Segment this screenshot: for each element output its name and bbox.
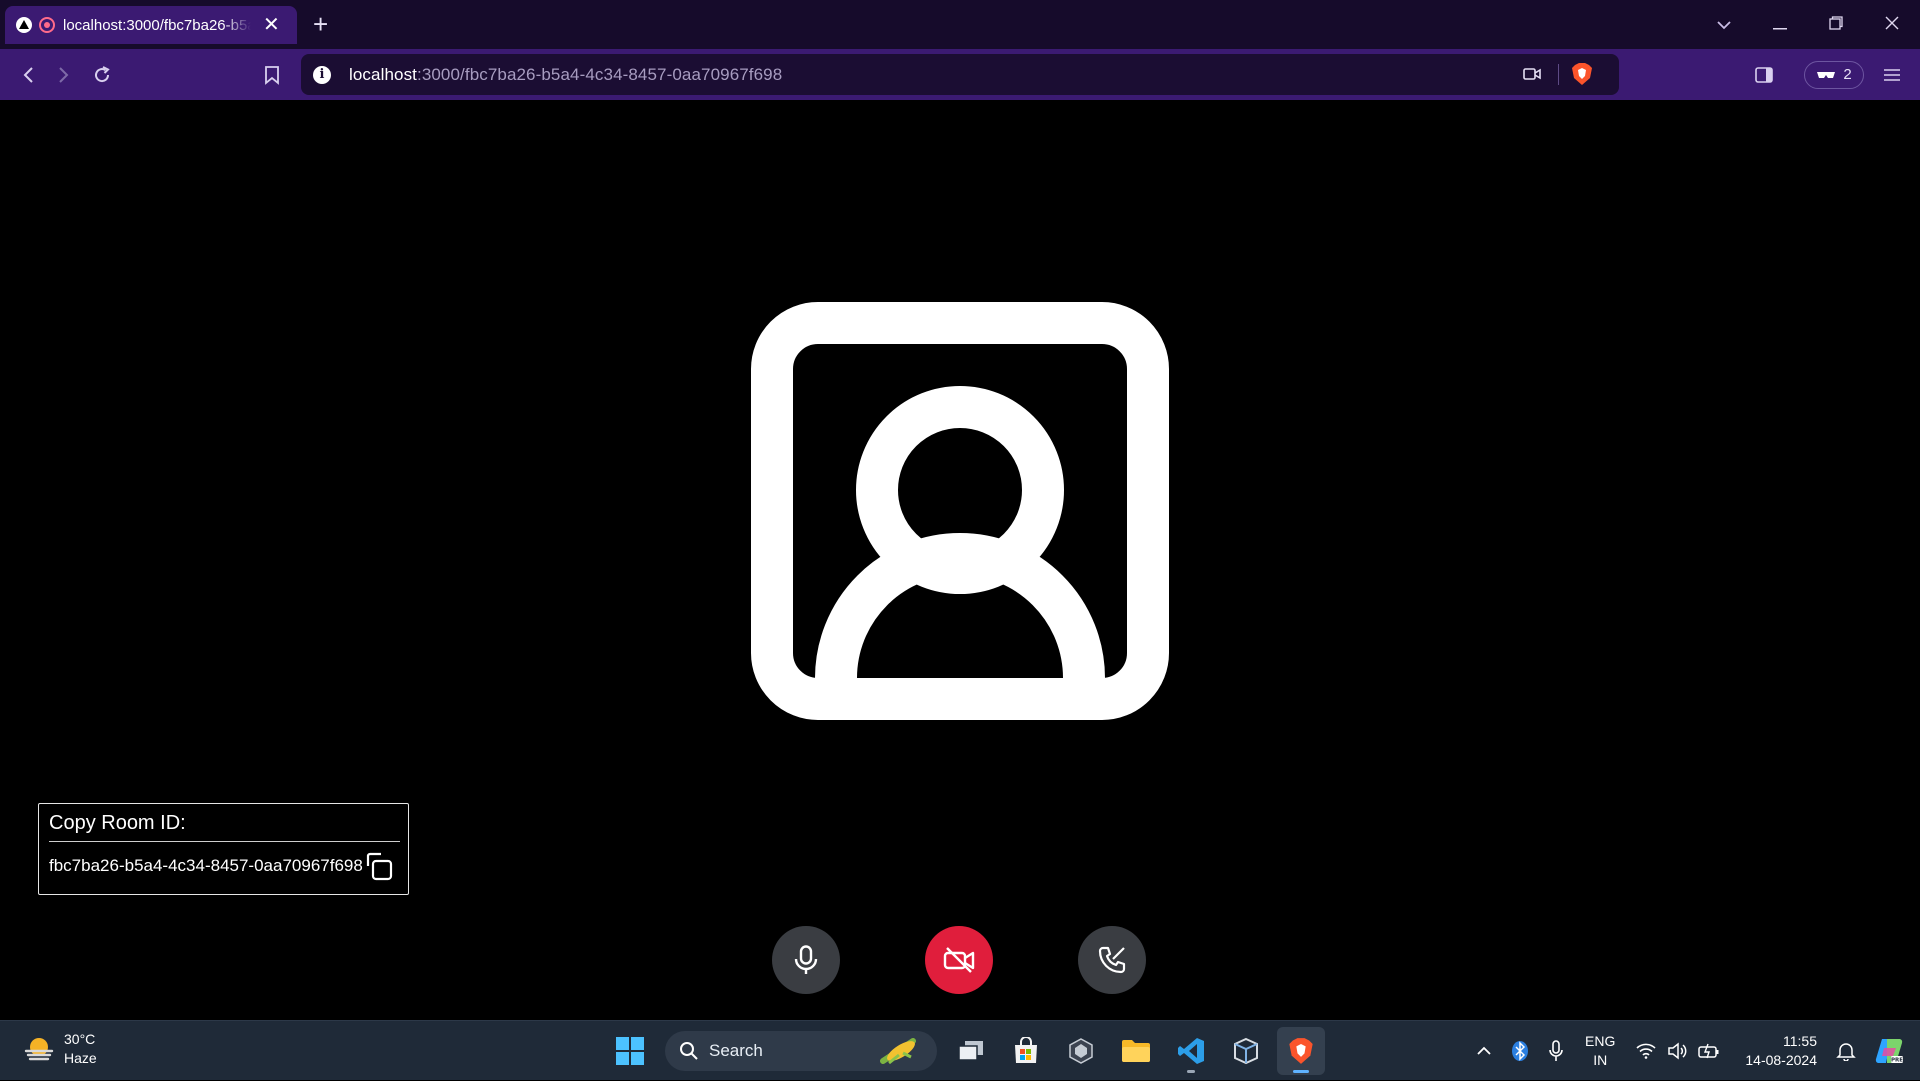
task-view-button[interactable] [947,1027,995,1075]
tab-close-icon[interactable]: ✕ [263,15,280,35]
weather-widget[interactable]: 30°C Haze [22,1030,97,1068]
running-indicator [1187,1070,1195,1073]
browser-tab[interactable]: localhost:3000/fbc7ba26-b5a4-4c34-8457-0… [5,6,297,44]
taskbar-apps: Search [606,1027,1332,1075]
task-view-icon [958,1041,983,1061]
vs-code-icon [1178,1038,1204,1064]
microsoft-store-button[interactable] [1002,1027,1050,1075]
camera-off-icon [943,947,975,973]
video-call-page: Copy Room ID: fbc7ba26-b5a4-4c34-8457-0a… [0,100,1920,1020]
forward-button[interactable] [44,49,84,100]
weather-condition: Haze [64,1050,97,1066]
toolbar-right: 2 [1744,49,1920,100]
windows-logo-icon [616,1037,644,1065]
copilot-icon[interactable]: PRE [1874,1036,1904,1066]
minimize-button[interactable] [1752,14,1808,35]
svg-text:PRE: PRE [1891,1058,1903,1064]
virtualbox-icon [1234,1037,1258,1065]
reload-button[interactable] [82,49,122,100]
weather-temperature: 30°C [64,1031,96,1047]
haze-weather-icon [22,1032,56,1066]
camera-in-use-icon[interactable] [1523,66,1541,82]
search-icon [680,1042,698,1060]
microsoft-store-icon [1015,1037,1037,1063]
new-tab-button[interactable]: + [313,10,328,38]
site-info-icon[interactable]: i [313,65,331,84]
menu-icon[interactable] [1864,49,1920,100]
language-code: ENG [1585,1033,1616,1049]
bookmark-icon[interactable] [252,49,292,100]
close-window-button[interactable] [1864,14,1920,35]
address-bar[interactable]: i localhost:3000/fbc7ba26-b5a4-4c34-8457… [301,54,1619,95]
microphone-toggle-button[interactable] [772,926,840,994]
vs-code-button[interactable] [1167,1027,1215,1075]
browser-tab-strip: localhost:3000/fbc7ba26-b5a4-4c34-8457-0… [0,0,1920,49]
language-region: IN [1593,1052,1608,1068]
unity-icon [1069,1038,1093,1064]
microphone-icon [794,945,818,974]
wifi-icon[interactable] [1636,1043,1656,1059]
notifications-icon[interactable] [1836,1041,1856,1061]
participant-placeholder-avatar-icon [751,302,1169,720]
file-explorer-button[interactable] [1112,1027,1160,1075]
copy-icon[interactable] [365,852,393,881]
show-hidden-icons-chevron-icon[interactable] [1476,1046,1492,1056]
phone-off-icon [1098,946,1126,974]
system-tray: ENG IN 11:55 14-08-2024 PRE [1467,1021,1920,1081]
start-button[interactable] [606,1027,654,1075]
restore-button[interactable] [1808,14,1864,35]
end-call-button[interactable] [1078,926,1146,994]
microphone-in-use-icon[interactable] [1548,1040,1564,1062]
tab-title: localhost:3000/fbc7ba26-b5a4-4c34-8457-0… [63,16,251,34]
sidebar-toggle-icon[interactable] [1744,49,1784,100]
room-id-heading: Copy Room ID: [49,812,400,842]
url-host: localhost [349,64,417,84]
search-label: Search [709,1041,763,1060]
clock-time: 11:55 [1783,1033,1817,1049]
back-button[interactable] [8,49,48,100]
brave-browser-button[interactable] [1277,1027,1325,1075]
brave-shields-icon[interactable] [1571,62,1593,86]
clock-date: 14-08-2024 [1745,1052,1817,1068]
room-id-value: fbc7ba26-b5a4-4c34-8457-0aa70967f698 [49,856,363,875]
brave-rewards-button[interactable]: 2 [1804,60,1864,89]
address-bar-divider [1558,64,1559,85]
running-indicator [1293,1070,1309,1073]
system-clock[interactable]: 11:55 14-08-2024 [1745,1032,1817,1070]
address-url[interactable]: localhost:3000/fbc7ba26-b5a4-4c34-8457-0… [349,65,782,85]
volume-icon[interactable] [1667,1042,1687,1060]
unity-hub-button[interactable] [1057,1027,1105,1075]
tab-search-chevron-icon[interactable] [1696,14,1752,35]
glasses-icon [1817,71,1836,78]
windows-taskbar: 30°C Haze Search ENG IN 11:55 14-08-2024… [0,1020,1920,1080]
battery-charging-icon[interactable] [1698,1043,1720,1059]
input-language-indicator[interactable]: ENG IN [1585,1032,1615,1070]
browser-toolbar: i localhost:3000/fbc7ba26-b5a4-4c34-8457… [0,49,1920,100]
bluetooth-icon[interactable] [1510,1040,1530,1062]
url-path: :3000/fbc7ba26-b5a4-4c34-8457-0aa70967f6… [417,64,783,84]
room-id-panel: Copy Room ID: fbc7ba26-b5a4-4c34-8457-0a… [38,803,409,895]
search-highlight-corn-icon [880,1038,916,1065]
camera-toggle-button[interactable] [925,926,993,994]
app-logo-icon [15,16,33,34]
virtualbox-button[interactable] [1222,1027,1270,1075]
rewards-count: 2 [1843,66,1852,83]
folder-icon [1122,1040,1150,1062]
brave-browser-icon [1289,1038,1313,1064]
taskbar-search[interactable]: Search [665,1031,937,1071]
recording-indicator-icon [39,17,55,33]
window-controls [1696,0,1920,49]
